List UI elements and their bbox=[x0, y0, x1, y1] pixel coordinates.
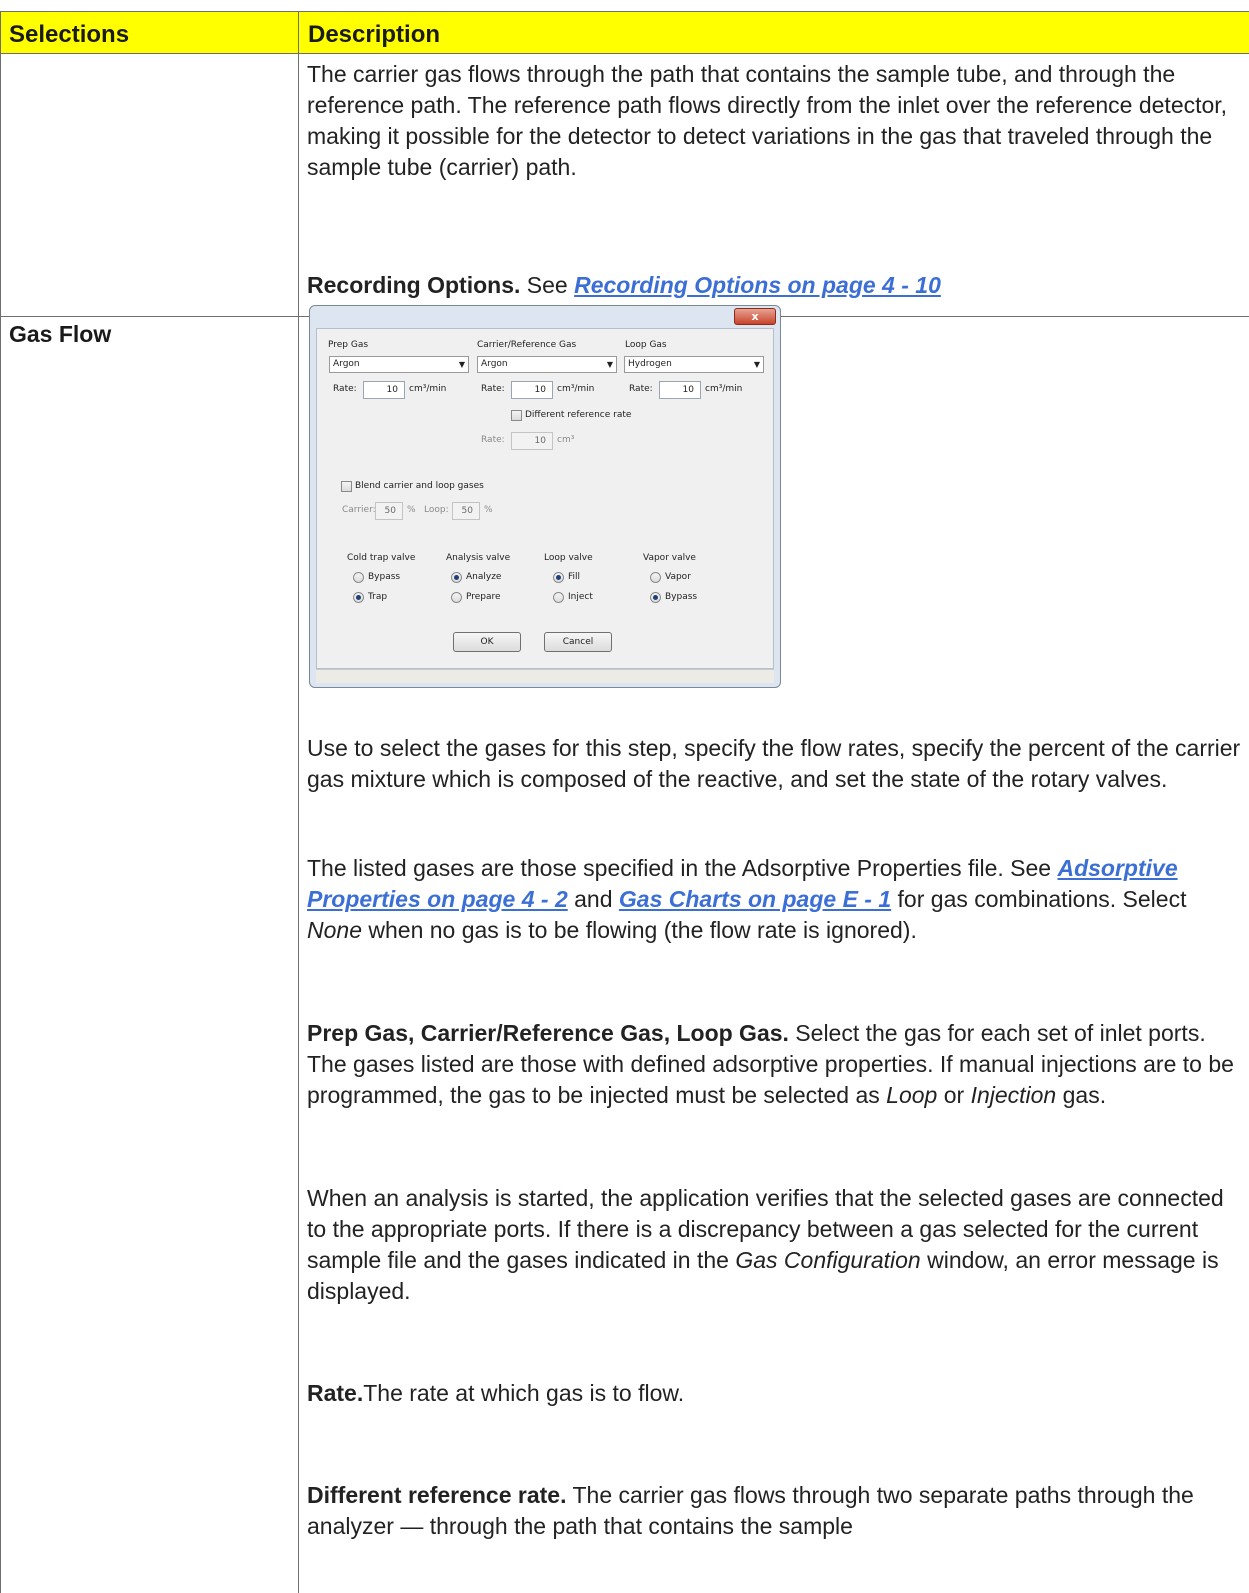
analysis-verification-paragraph: When an analysis is started, the applica… bbox=[307, 1185, 1224, 1304]
cold-trap-trap-label: Trap bbox=[368, 592, 388, 602]
vapor-bypass-radio[interactable] bbox=[650, 592, 661, 603]
chevron-down-icon: ▼ bbox=[606, 360, 613, 369]
loop-inject-label: Inject bbox=[568, 592, 593, 602]
loop-inject-radio[interactable] bbox=[553, 592, 564, 603]
prep-rate-field[interactable]: 10 bbox=[363, 381, 405, 399]
row-label-gas-flow: Gas Flow bbox=[9, 321, 112, 347]
reference-rate-field[interactable]: 10 bbox=[511, 432, 553, 450]
loop-rate-label: Rate: bbox=[629, 384, 653, 394]
ok-button[interactable]: OK bbox=[453, 632, 521, 652]
carrier-gas-label: Carrier/Reference Gas bbox=[477, 340, 577, 350]
cold-trap-bypass-radio[interactable] bbox=[353, 572, 364, 583]
different-reference-rate-paragraph: Different reference rate. The carrier ga… bbox=[307, 1482, 1194, 1539]
dialog-status-bar bbox=[316, 669, 774, 683]
analysis-analyze-label: Analyze bbox=[466, 572, 502, 582]
different-reference-rate-checkbox[interactable] bbox=[511, 410, 522, 421]
selections-table: Selections Description bbox=[0, 11, 1249, 1593]
analysis-prepare-radio[interactable] bbox=[451, 592, 462, 603]
carrier-rate-field[interactable]: 10 bbox=[511, 381, 553, 399]
close-icon[interactable]: x bbox=[734, 308, 776, 325]
gas-flow-dialog: x Prep Gas Carrier/Reference Gas Loop Ga… bbox=[309, 305, 781, 688]
analysis-prepare-label: Prepare bbox=[466, 592, 501, 602]
prep-rate-label: Rate: bbox=[333, 384, 357, 394]
header-selections: Selections bbox=[0, 11, 298, 53]
loop-fill-label: Fill bbox=[568, 572, 581, 582]
header-description: Description bbox=[299, 11, 1249, 53]
prep-gas-label: Prep Gas bbox=[328, 340, 369, 350]
rate-paragraph: Rate.The rate at which gas is to flow. bbox=[307, 1380, 685, 1406]
chevron-down-icon: ▼ bbox=[458, 360, 465, 369]
vapor-vapor-radio[interactable] bbox=[650, 572, 661, 583]
loop-pct-field[interactable]: 50 bbox=[452, 502, 480, 520]
gas-charts-link[interactable]: Gas Charts on page E - 1 bbox=[619, 886, 891, 912]
carrier-pct-field[interactable]: 50 bbox=[375, 502, 403, 520]
analysis-valve-label: Analysis valve bbox=[446, 553, 511, 563]
cold-trap-trap-radio[interactable] bbox=[353, 592, 364, 603]
header-divider bbox=[0, 53, 1249, 54]
reference-rate-unit: cm³ bbox=[557, 435, 575, 445]
cancel-button[interactable]: Cancel bbox=[544, 632, 612, 652]
carrier-rate-label: Rate: bbox=[481, 384, 505, 394]
dialog-body: Prep Gas Carrier/Reference Gas Loop Gas … bbox=[316, 328, 774, 669]
loop-fill-radio[interactable] bbox=[553, 572, 564, 583]
gas-selection-paragraph: Prep Gas, Carrier/Reference Gas, Loop Ga… bbox=[307, 1020, 1234, 1108]
different-reference-rate-label: Different reference rate bbox=[525, 410, 632, 420]
prep-rate-unit: cm³/min bbox=[409, 384, 447, 394]
blend-gases-checkbox[interactable] bbox=[341, 481, 352, 492]
cold-trap-valve-label: Cold trap valve bbox=[347, 553, 416, 563]
cold-trap-bypass-label: Bypass bbox=[368, 572, 401, 582]
recording-options-link[interactable]: Recording Options on page 4 - 10 bbox=[574, 272, 941, 298]
table-border-left bbox=[0, 11, 1, 1593]
loop-rate-unit: cm³/min bbox=[705, 384, 743, 394]
loop-pct-unit: % bbox=[484, 505, 493, 515]
listed-gases-paragraph: The listed gases are those specified in … bbox=[307, 855, 1187, 943]
recording-options-line: Recording Options. See Recording Options… bbox=[307, 272, 941, 298]
reference-rate-label: Rate: bbox=[481, 435, 505, 445]
column-divider bbox=[298, 11, 299, 1593]
loop-pct-label: Loop: bbox=[424, 505, 449, 515]
gas-flow-intro: Use to select the gases for this step, s… bbox=[307, 735, 1241, 792]
blend-gases-label: Blend carrier and loop gases bbox=[355, 481, 484, 491]
carrier-pct-label: Carrier: bbox=[342, 505, 376, 515]
vapor-vapor-label: Vapor bbox=[665, 572, 691, 582]
chevron-down-icon: ▼ bbox=[753, 360, 760, 369]
carrier-pct-unit: % bbox=[407, 505, 416, 515]
vapor-bypass-label: Bypass bbox=[665, 592, 698, 602]
table-border-top bbox=[0, 11, 1249, 12]
prep-gas-select[interactable]: Argon ▼ bbox=[329, 356, 469, 373]
loop-rate-field[interactable]: 10 bbox=[659, 381, 701, 399]
loop-gas-select[interactable]: Hydrogen ▼ bbox=[624, 356, 764, 373]
vapor-valve-label: Vapor valve bbox=[643, 553, 696, 563]
loop-valve-label: Loop valve bbox=[544, 553, 593, 563]
carrier-rate-unit: cm³/min bbox=[557, 384, 595, 394]
loop-gas-label: Loop Gas bbox=[625, 340, 667, 350]
carrier-gas-select[interactable]: Argon ▼ bbox=[477, 356, 617, 373]
row1-description: The carrier gas flows through the path t… bbox=[307, 61, 1228, 180]
analysis-analyze-radio[interactable] bbox=[451, 572, 462, 583]
